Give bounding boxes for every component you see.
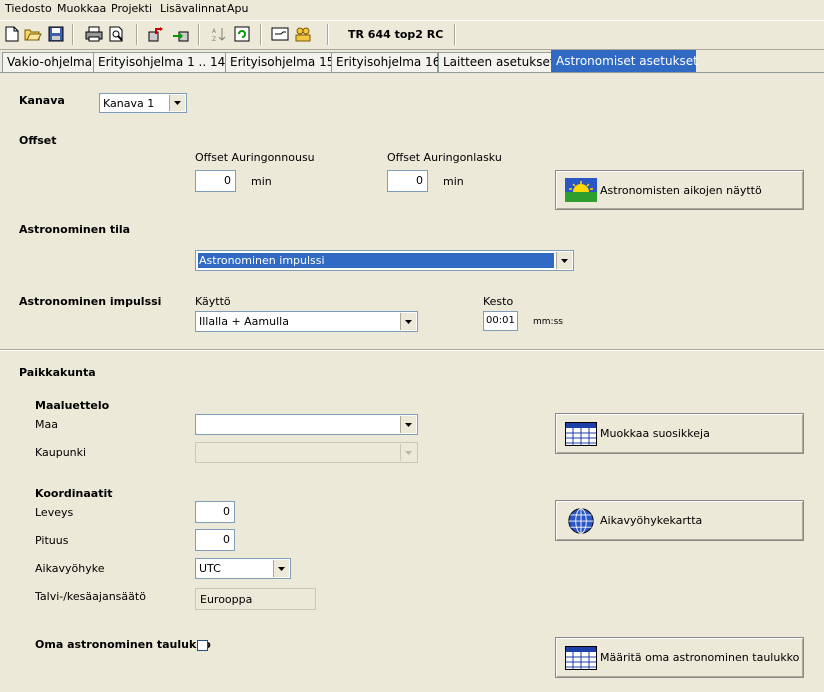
download-icon[interactable] bbox=[170, 24, 190, 44]
menu-options[interactable]: Lisävalinnat bbox=[160, 2, 226, 15]
open-folder-icon[interactable] bbox=[23, 24, 43, 44]
usage-label: Käyttö bbox=[195, 295, 231, 308]
svg-text:A: A bbox=[212, 28, 217, 35]
print-preview-icon[interactable] bbox=[107, 24, 127, 44]
timezone-select[interactable]: UTC bbox=[195, 558, 291, 579]
chevron-down-icon bbox=[400, 444, 416, 461]
timezone-value: UTC bbox=[199, 562, 221, 575]
duration-unit: mm:ss bbox=[533, 317, 563, 327]
print-icon[interactable] bbox=[84, 24, 104, 44]
table-icon bbox=[565, 645, 597, 670]
longitude-label: Pituus bbox=[35, 534, 69, 547]
sunset-unit: min bbox=[443, 175, 464, 188]
latitude-label: Leveys bbox=[35, 506, 74, 519]
usage-value: Illalla + Aamulla bbox=[199, 315, 289, 328]
menu-help[interactable]: Apu bbox=[227, 2, 248, 15]
astro-state-value: Astronominen impulssi bbox=[198, 253, 554, 268]
duration-label: Kesto bbox=[483, 295, 514, 308]
dst-value: Eurooppa bbox=[195, 588, 316, 610]
define-custom-table-label: Määritä oma astronominen taulukko bbox=[600, 651, 800, 664]
tab-laitteen-asetukset[interactable]: Laitteen asetukset bbox=[438, 52, 555, 72]
menu-project[interactable]: Projekti bbox=[111, 2, 152, 15]
channel-label: Kanava bbox=[19, 94, 65, 107]
menu-file[interactable]: Tiedosto bbox=[5, 2, 52, 15]
usage-select[interactable]: Illalla + Aamulla bbox=[195, 311, 418, 332]
country-list-label: Maaluettelo bbox=[35, 399, 110, 412]
astro-state-select[interactable]: Astronominen impulssi bbox=[195, 250, 574, 271]
astro-state-label: Astronominen tila bbox=[19, 223, 131, 236]
channel-value: Kanava 1 bbox=[103, 97, 155, 110]
custom-table-label: Oma astronominen taulukko bbox=[35, 638, 211, 651]
offset-label: Offset bbox=[19, 134, 57, 147]
svg-text:Z: Z bbox=[212, 36, 216, 42]
tab-erityisohjelma-16[interactable]: Erityisohjelma 16 bbox=[331, 52, 440, 72]
city-label: Kaupunki bbox=[35, 446, 87, 459]
timezone-label: Aikavyöhyke bbox=[35, 562, 105, 575]
sunrise-offset-label: Offset Auringonnousu bbox=[195, 151, 315, 164]
sunrise-icon bbox=[565, 178, 597, 202]
chevron-down-icon bbox=[556, 252, 572, 269]
tab-erityisohjelma-1-14[interactable]: Erityisohjelma 1 .. 14 bbox=[93, 52, 226, 72]
toolbar: AZ TR 644 top2 RC bbox=[0, 20, 824, 50]
chevron-down-icon bbox=[400, 416, 416, 433]
show-astronomical-times-button[interactable]: Astronomisten aikojen näyttö bbox=[555, 170, 804, 210]
coordinates-label: Koordinaatit bbox=[35, 487, 113, 500]
chevron-down-icon bbox=[169, 95, 185, 111]
channel-select[interactable]: Kanava 1 bbox=[99, 93, 187, 113]
table-icon bbox=[565, 421, 597, 446]
dst-label: Talvi-/kesäajansäätö bbox=[35, 590, 146, 603]
settings-panel: Kanava Kanava 1 Offset Offset Auringonno… bbox=[0, 72, 824, 692]
tab-vakio-ohjelma[interactable]: Vakio-ohjelma bbox=[2, 52, 94, 72]
define-custom-table-button[interactable]: Määritä oma astronominen taulukko bbox=[555, 637, 804, 678]
refresh-icon[interactable] bbox=[232, 24, 252, 44]
tab-astronomiset-asetukset[interactable]: Astronomiset asetukset bbox=[551, 50, 698, 73]
chevron-down-icon bbox=[273, 560, 289, 577]
country-select[interactable] bbox=[195, 414, 418, 435]
chevron-down-icon bbox=[400, 313, 416, 330]
city-select[interactable] bbox=[195, 442, 418, 463]
new-file-icon[interactable] bbox=[2, 24, 22, 44]
upload-icon[interactable] bbox=[147, 24, 167, 44]
edit-favorites-label: Muokkaa suosikkeja bbox=[600, 427, 710, 440]
timezone-map-button[interactable]: Aikavyöhykekartta bbox=[555, 500, 804, 541]
latitude-input[interactable]: 0 bbox=[195, 501, 235, 523]
save-icon[interactable] bbox=[46, 24, 66, 44]
tab-erityisohjelma-15[interactable]: Erityisohjelma 15 bbox=[225, 52, 334, 72]
edit-favorites-button[interactable]: Muokkaa suosikkeja bbox=[555, 413, 804, 454]
section-divider bbox=[0, 349, 824, 351]
sort-icon[interactable]: AZ bbox=[209, 24, 229, 44]
monitor-icon[interactable] bbox=[270, 24, 290, 44]
sunrise-offset-input[interactable]: 0 bbox=[195, 170, 236, 192]
duration-input[interactable]: 00:01 bbox=[483, 311, 518, 331]
users-icon[interactable] bbox=[293, 24, 313, 44]
menu-bar: Tiedosto Muokkaa Projekti Lisävalinnat A… bbox=[0, 0, 824, 18]
sunset-offset-label: Offset Auringonlasku bbox=[387, 151, 502, 164]
globe-icon bbox=[565, 507, 597, 534]
show-times-label: Astronomisten aikojen näyttö bbox=[600, 183, 762, 197]
longitude-input[interactable]: 0 bbox=[195, 529, 235, 551]
sunset-offset-input[interactable]: 0 bbox=[387, 170, 428, 192]
location-label: Paikkakunta bbox=[19, 366, 96, 379]
tab-bar: Vakio-ohjelma Erityisohjelma 1 .. 14 Eri… bbox=[0, 50, 824, 73]
sunrise-unit: min bbox=[251, 175, 272, 188]
custom-table-checkbox[interactable] bbox=[197, 640, 208, 651]
timezone-map-label: Aikavyöhykekartta bbox=[600, 514, 703, 527]
menu-edit[interactable]: Muokkaa bbox=[57, 2, 106, 15]
country-label: Maa bbox=[35, 418, 58, 431]
astro-impulse-label: Astronominen impulssi bbox=[19, 295, 162, 308]
device-title: TR 644 top2 RC bbox=[348, 28, 444, 41]
